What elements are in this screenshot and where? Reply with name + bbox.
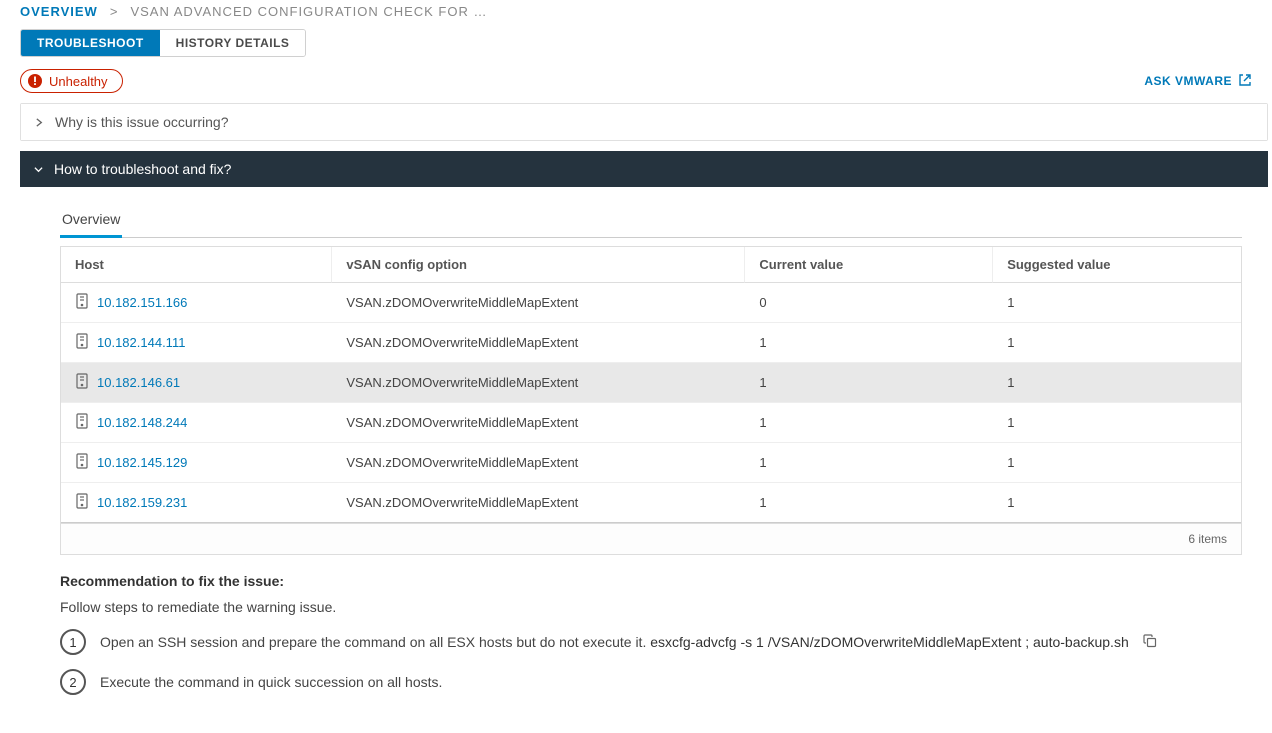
step-command: esxcfg-advcfg -s 1 /VSAN/zDOMOverwriteMi…	[650, 634, 1129, 650]
cell-current: 1	[745, 483, 993, 523]
cell-suggested: 1	[993, 483, 1241, 523]
host-icon	[75, 413, 89, 432]
panel-why-title: Why is this issue occurring?	[55, 114, 229, 130]
cell-suggested: 1	[993, 283, 1241, 323]
table-row[interactable]: 10.182.146.61 VSAN.zDOMOverwriteMiddleMap…	[61, 363, 1241, 403]
host-link[interactable]: 10.182.148.244	[97, 415, 187, 430]
cell-option: VSAN.zDOMOverwriteMiddleMapExtent	[332, 483, 745, 523]
table-row[interactable]: 10.182.151.166 VSAN.zDOMOverwriteMiddleMa…	[61, 283, 1241, 323]
host-link[interactable]: 10.182.145.129	[97, 455, 187, 470]
breadcrumb-current: VSAN ADVANCED CONFIGURATION CHECK FOR …	[130, 4, 487, 19]
ask-vmware-label: ASK VMWARE	[1144, 74, 1232, 88]
table-row[interactable]: 10.182.145.129 VSAN.zDOMOverwriteMiddleMa…	[61, 443, 1241, 483]
panel-why-header[interactable]: Why is this issue occurring?	[21, 104, 1267, 140]
subtab-overview[interactable]: Overview	[60, 205, 122, 238]
copy-icon[interactable]	[1143, 634, 1157, 651]
panel-how-header[interactable]: How to troubleshoot and fix?	[20, 151, 1268, 187]
breadcrumb-separator: >	[110, 4, 119, 19]
cell-current: 1	[745, 363, 993, 403]
host-link[interactable]: 10.182.159.231	[97, 495, 187, 510]
step-number-badge: 1	[60, 629, 86, 655]
primary-tabs: TROUBLESHOOT HISTORY DETAILS	[20, 29, 306, 57]
recommendation-step: 1 Open an SSH session and prepare the com…	[60, 629, 1242, 655]
host-icon	[75, 373, 89, 392]
breadcrumb-overview-link[interactable]: OVERVIEW	[20, 4, 98, 19]
cell-current: 0	[745, 283, 993, 323]
cell-suggested: 1	[993, 443, 1241, 483]
col-header-suggested[interactable]: Suggested value	[993, 247, 1241, 283]
panel-how-fix: How to troubleshoot and fix? Overview Ho…	[20, 151, 1268, 733]
tab-history-details[interactable]: HISTORY DETAILS	[160, 30, 306, 56]
host-link[interactable]: 10.182.146.61	[97, 375, 180, 390]
panel-why-occurring: Why is this issue occurring?	[20, 103, 1268, 141]
step-number-badge: 2	[60, 669, 86, 695]
status-badge-label: Unhealthy	[49, 74, 108, 89]
subtabs: Overview	[60, 205, 1242, 238]
table-row[interactable]: 10.182.148.244 VSAN.zDOMOverwriteMiddleMa…	[61, 403, 1241, 443]
col-header-host[interactable]: Host	[61, 247, 332, 283]
col-header-option[interactable]: vSAN config option	[332, 247, 745, 283]
chevron-down-icon	[34, 161, 44, 177]
host-icon	[75, 333, 89, 352]
cell-option: VSAN.zDOMOverwriteMiddleMapExtent	[332, 323, 745, 363]
chevron-right-icon	[35, 114, 45, 130]
error-circle-icon	[27, 73, 43, 89]
breadcrumb: OVERVIEW > VSAN ADVANCED CONFIGURATION C…	[20, 0, 1272, 27]
recommendation-subtitle: Follow steps to remediate the warning is…	[60, 599, 1242, 615]
cell-option: VSAN.zDOMOverwriteMiddleMapExtent	[332, 363, 745, 403]
cell-suggested: 1	[993, 403, 1241, 443]
cell-current: 1	[745, 323, 993, 363]
status-badge: Unhealthy	[20, 69, 123, 93]
cell-option: VSAN.zDOMOverwriteMiddleMapExtent	[332, 403, 745, 443]
recommendation-step: 2Execute the command in quick succession…	[60, 669, 1242, 695]
host-icon	[75, 493, 89, 512]
step-text: Open an SSH session and prepare the comm…	[100, 634, 1129, 650]
cell-current: 1	[745, 443, 993, 483]
external-link-icon	[1238, 73, 1252, 90]
recommendation-title: Recommendation to fix the issue:	[60, 573, 1242, 589]
host-icon	[75, 293, 89, 312]
panel-how-title: How to troubleshoot and fix?	[54, 161, 231, 177]
col-header-current[interactable]: Current value	[745, 247, 993, 283]
cell-suggested: 1	[993, 323, 1241, 363]
ask-vmware-link[interactable]: ASK VMWARE	[1144, 73, 1252, 90]
cell-option: VSAN.zDOMOverwriteMiddleMapExtent	[332, 443, 745, 483]
cell-current: 1	[745, 403, 993, 443]
table-row[interactable]: 10.182.144.111 VSAN.zDOMOverwriteMiddleMa…	[61, 323, 1241, 363]
host-icon	[75, 453, 89, 472]
tab-troubleshoot[interactable]: TROUBLESHOOT	[21, 30, 160, 56]
host-link[interactable]: 10.182.144.111	[97, 335, 185, 350]
table-row[interactable]: 10.182.159.231 VSAN.zDOMOverwriteMiddleMa…	[61, 483, 1241, 523]
config-table: Host vSAN config option Current value Su…	[60, 246, 1242, 524]
cell-option: VSAN.zDOMOverwriteMiddleMapExtent	[332, 283, 745, 323]
table-footer-count: 6 items	[60, 524, 1242, 555]
cell-suggested: 1	[993, 363, 1241, 403]
host-link[interactable]: 10.182.151.166	[97, 295, 187, 310]
